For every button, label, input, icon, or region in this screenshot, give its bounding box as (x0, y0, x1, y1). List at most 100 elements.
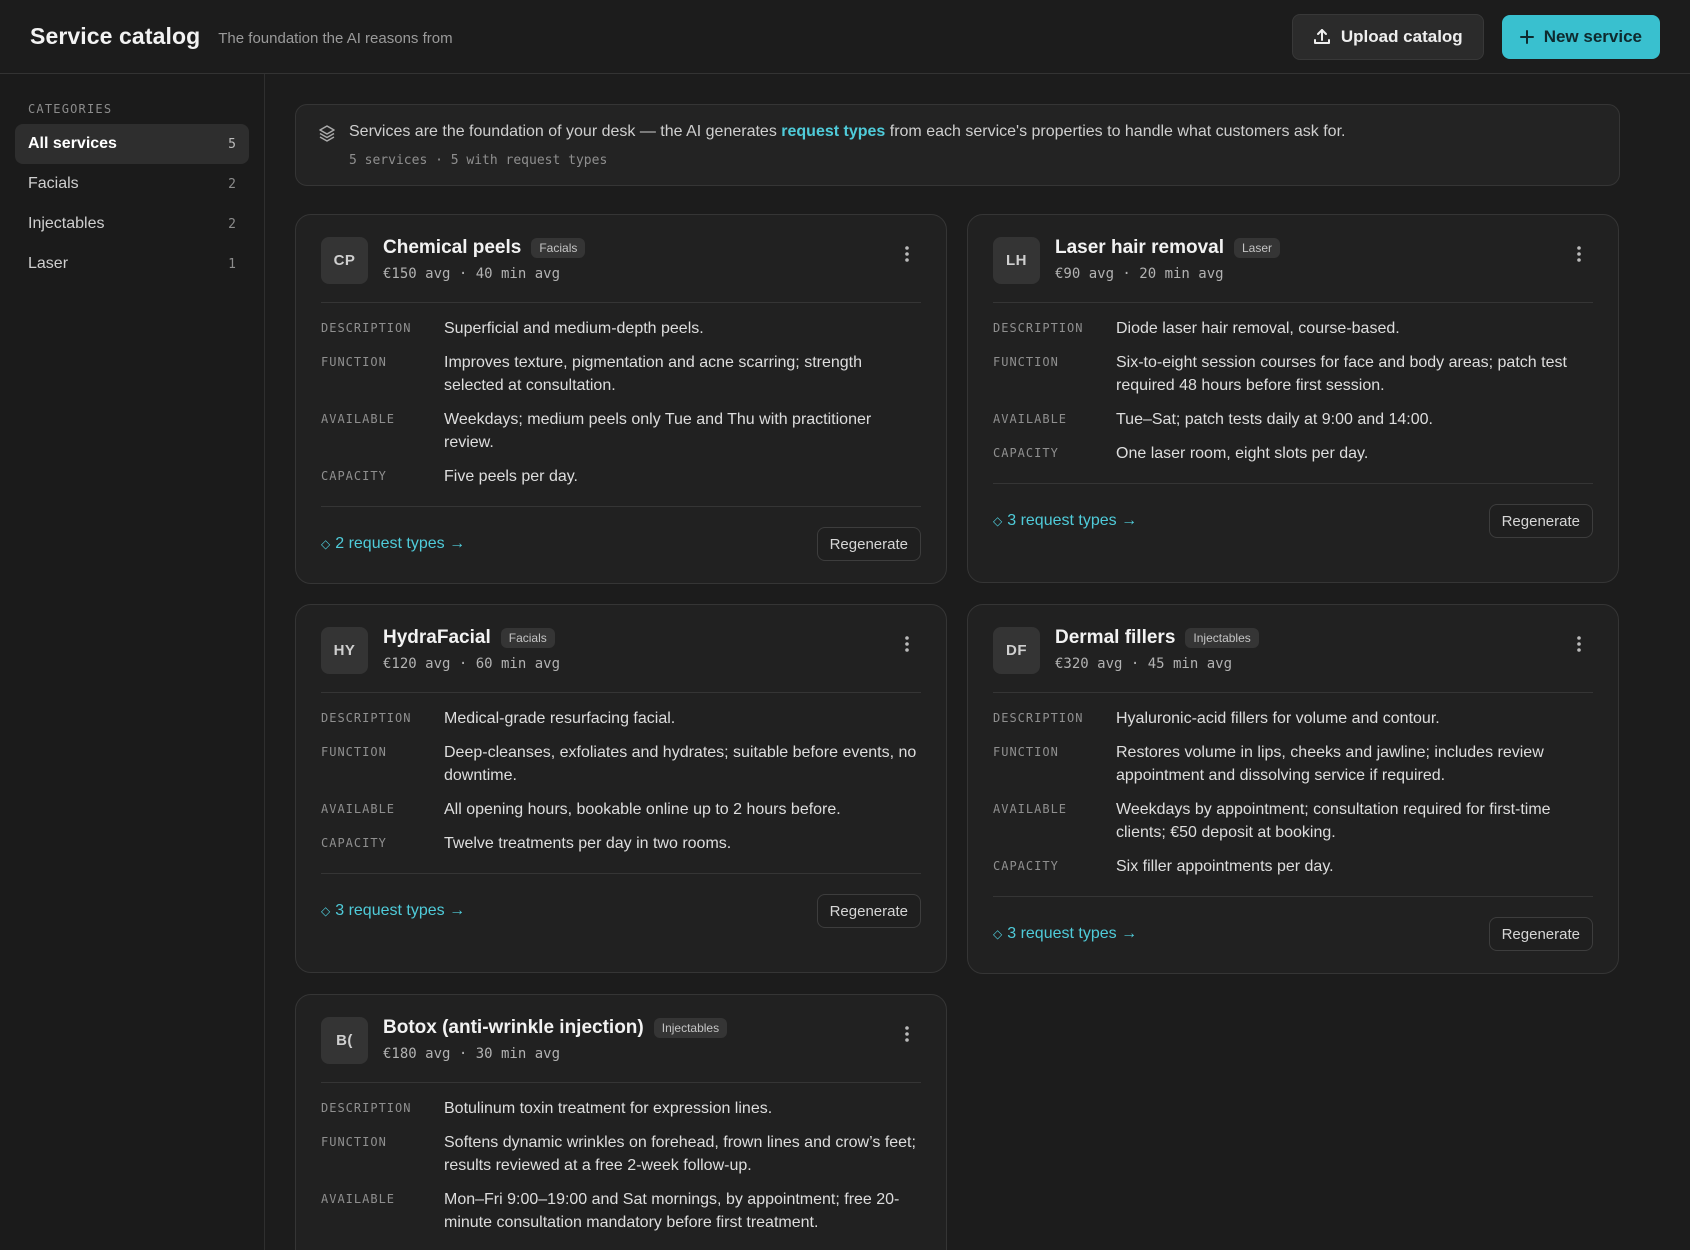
page-title: Service catalog (30, 23, 201, 49)
function-value: Softens dynamic wrinkles on forehead, fr… (444, 1134, 916, 1174)
request-types-link[interactable]: ◇ 2 request types → (321, 535, 465, 553)
sidebar-item-label: Injectables (28, 215, 105, 232)
available-label: AVAILABLE (321, 802, 396, 816)
service-grid: CP Chemical peels Facials €150 avg · 40 … (295, 214, 1620, 1250)
sidebar-item-label: Facials (28, 175, 79, 192)
description-value: Diode laser hair removal, course-based. (1116, 320, 1400, 337)
available-label: AVAILABLE (993, 802, 1068, 816)
description-label: DESCRIPTION (321, 711, 412, 725)
category-badge: Injectables (653, 1018, 728, 1038)
description-label: DESCRIPTION (993, 321, 1084, 335)
sidebar-item-all-services[interactable]: All services 5 (15, 124, 249, 164)
diamond-icon: ◇ (993, 514, 1003, 528)
service-stats: €180 avg · 30 min avg (383, 1046, 561, 1062)
sidebar-item-label: All services (28, 135, 117, 152)
divider (321, 873, 921, 874)
request-types-label: 3 request types → (1007, 925, 1138, 942)
available-value: Mon–Fri 9:00–19:00 and Sat mornings, by … (444, 1191, 900, 1231)
request-types-label: 2 request types → (335, 535, 466, 552)
service-name: HydraFacial (383, 627, 491, 648)
service-card-hydrafacial: HY HydraFacial Facials €120 avg · 60 min… (295, 604, 947, 973)
more-options-icon[interactable] (904, 245, 910, 268)
category-badge: Injectables (1185, 628, 1259, 648)
sidebar-item-count: 2 (228, 216, 236, 232)
regenerate-button[interactable]: Regenerate (816, 894, 921, 928)
request-types-link[interactable]: ◇ 3 request types → (321, 902, 465, 920)
capacity-value: Twelve treatments per day in two rooms. (444, 835, 732, 852)
service-name: Chemical peels (383, 237, 522, 258)
sidebar-item-label: Laser (28, 255, 69, 272)
capacity-value: Six filler appointments per day. (1116, 858, 1334, 875)
available-label: AVAILABLE (993, 412, 1068, 426)
banner-text-after: from each service's properties to handle… (885, 123, 1346, 140)
capacity-label: CAPACITY (993, 446, 1059, 460)
page-subtitle: The foundation the AI reasons from (218, 29, 453, 47)
diamond-icon: ◇ (321, 537, 331, 551)
divider (993, 302, 1593, 303)
sidebar-item-facials[interactable]: Facials 2 (15, 164, 249, 204)
service-card-laser-hair-removal: LH Laser hair removal Laser €90 avg · 20… (967, 214, 1619, 583)
plus-icon (1519, 29, 1534, 44)
description-value: Botulinum toxin treatment for expression… (444, 1100, 773, 1117)
service-card-chemical-peels: CP Chemical peels Facials €150 avg · 40 … (295, 214, 947, 584)
sidebar-item-count: 2 (228, 176, 236, 192)
capacity-value: Five peels per day. (444, 468, 578, 485)
request-types-label: 3 request types → (1007, 512, 1138, 529)
function-label: FUNCTION (993, 745, 1059, 759)
divider (993, 896, 1593, 897)
sidebar: CATEGORIES All services 5 Facials 2 Inje… (0, 74, 265, 1250)
available-value: Weekdays; medium peels only Tue and Thu … (444, 411, 872, 451)
category-badge: Laser (1233, 238, 1281, 258)
more-options-icon[interactable] (1576, 245, 1582, 268)
description-value: Superficial and medium-depth peels. (444, 320, 704, 337)
sidebar-item-injectables[interactable]: Injectables 2 (15, 204, 249, 244)
regenerate-button[interactable]: Regenerate (1488, 504, 1593, 538)
capacity-label: CAPACITY (993, 859, 1059, 873)
banner-text-before: Services are the foundation of your desk… (349, 123, 782, 140)
available-value: Weekdays by appointment; consultation re… (1116, 801, 1551, 841)
info-banner: Services are the foundation of your desk… (295, 104, 1620, 186)
service-stats: €320 avg · 45 min avg (1055, 656, 1233, 672)
category-badge: Facials (531, 238, 586, 258)
regenerate-button[interactable]: Regenerate (816, 527, 921, 561)
service-name: Dermal fillers (1055, 627, 1176, 648)
request-types-link[interactable]: ◇ 3 request types → (993, 925, 1137, 943)
more-options-icon[interactable] (1576, 635, 1582, 658)
more-options-icon[interactable] (904, 1025, 910, 1048)
function-value: Six-to-eight session courses for face an… (1116, 354, 1567, 394)
upload-icon (1313, 28, 1331, 46)
description-value: Hyaluronic-acid fillers for volume and c… (1116, 710, 1440, 727)
description-label: DESCRIPTION (993, 711, 1084, 725)
upload-catalog-button[interactable]: Upload catalog (1291, 13, 1484, 60)
function-label: FUNCTION (321, 1135, 387, 1149)
sidebar-item-laser[interactable]: Laser 1 (15, 244, 249, 284)
regenerate-button[interactable]: Regenerate (1488, 917, 1593, 951)
categories-heading: CATEGORIES (28, 102, 113, 116)
divider (321, 506, 921, 507)
new-service-button[interactable]: New service (1501, 14, 1660, 59)
banner-text: Services are the foundation of your desk… (349, 123, 1597, 141)
divider (321, 1082, 921, 1083)
service-avatar: LH (993, 237, 1040, 284)
more-options-icon[interactable] (904, 635, 910, 658)
service-name: Laser hair removal (1055, 237, 1224, 258)
request-types-link[interactable]: request types (781, 123, 885, 140)
description-label: DESCRIPTION (321, 1101, 412, 1115)
layers-icon (318, 124, 336, 147)
upload-catalog-label: Upload catalog (1340, 26, 1463, 46)
function-label: FUNCTION (321, 745, 387, 759)
available-label: AVAILABLE (321, 412, 396, 426)
sidebar-item-count: 5 (228, 136, 236, 152)
service-avatar: B( (321, 1017, 368, 1064)
service-avatar: HY (321, 627, 368, 674)
capacity-label: CAPACITY (321, 836, 387, 850)
function-value: Improves texture, pigmentation and acne … (444, 354, 862, 394)
service-stats: €90 avg · 20 min avg (1055, 266, 1224, 282)
function-label: FUNCTION (321, 355, 387, 369)
service-card-botox: B( Botox (anti-wrinkle injection) Inject… (295, 994, 947, 1250)
request-types-link[interactable]: ◇ 3 request types → (993, 512, 1137, 530)
diamond-icon: ◇ (993, 927, 1003, 941)
capacity-label: CAPACITY (321, 469, 387, 483)
main-content: Services are the foundation of your desk… (265, 74, 1690, 1250)
divider (321, 692, 921, 693)
